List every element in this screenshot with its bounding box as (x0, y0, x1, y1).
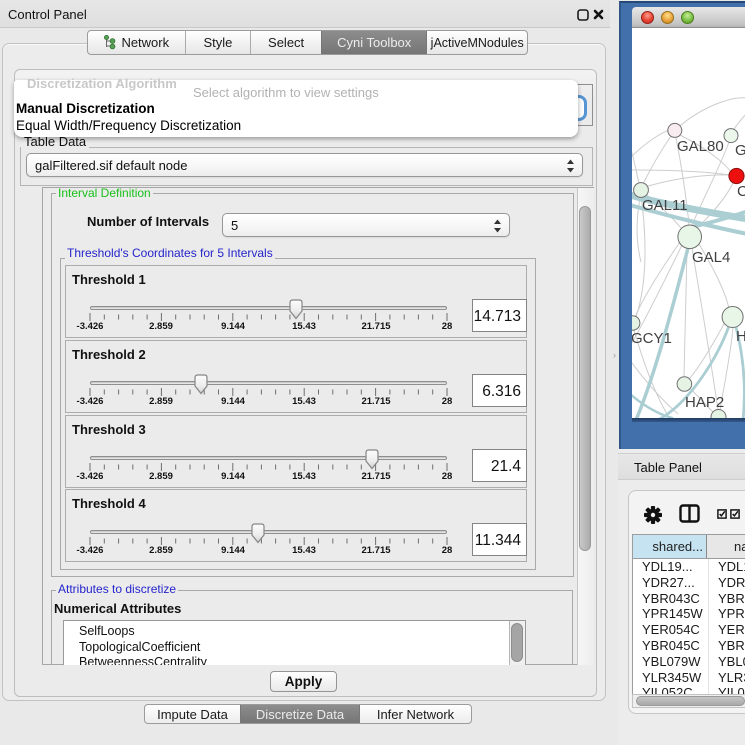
svg-text:GA: GA (735, 142, 745, 159)
svg-text:GCY1: GCY1 (632, 330, 672, 347)
svg-text:C: C (737, 183, 745, 200)
svg-text:H: H (736, 328, 745, 345)
svg-text:GAL11: GAL11 (642, 197, 688, 214)
svg-text:GAL80: GAL80 (677, 138, 724, 155)
svg-text:GAL4: GAL4 (692, 249, 730, 266)
svg-text:HAP2: HAP2 (685, 394, 724, 411)
